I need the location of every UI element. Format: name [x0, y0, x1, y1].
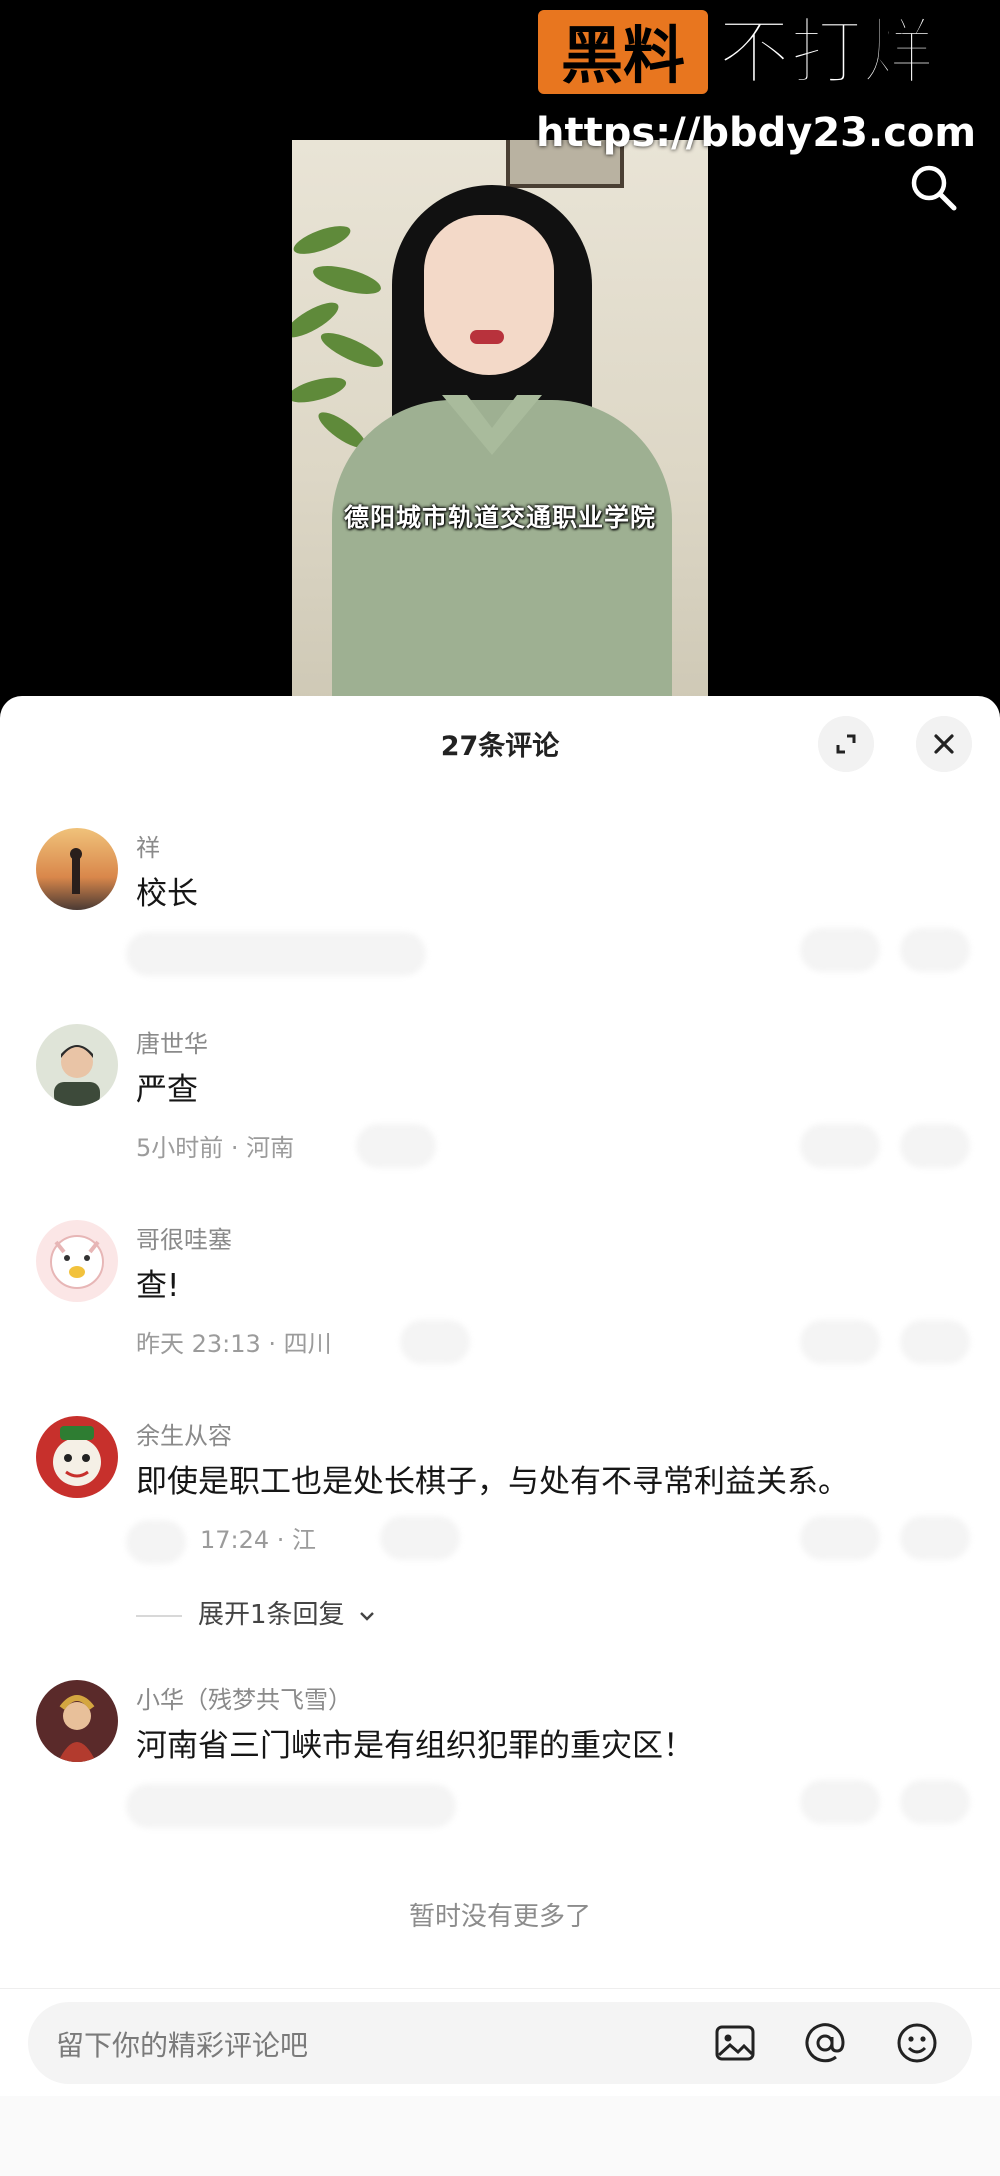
image-icon[interactable]: [710, 2018, 760, 2068]
comment-text: 查!: [136, 1268, 180, 1304]
blurred-reply: [380, 1516, 460, 1560]
watermark-badge: 黑料: [534, 6, 712, 98]
comment-meta: 昨天 23:13 · 四川: [136, 1330, 332, 1358]
expand-replies-button[interactable]: 展开1条回复: [136, 1594, 377, 1631]
blurred-dislike: [900, 1124, 970, 1168]
blurred-like: [800, 1320, 880, 1364]
emoji-icon[interactable]: [892, 2018, 942, 2068]
watermark: 黑料 不打烊 https://bbdy23.com: [534, 6, 994, 156]
blurred-reply: [400, 1320, 470, 1364]
video-subtitle: 德阳城市轨道交通职业学院: [343, 503, 656, 532]
at-icon[interactable]: [800, 2018, 850, 2068]
presenter-face: [424, 215, 554, 375]
blurred-dislike: [900, 928, 970, 972]
comment-meta: 5小时前 · 河南: [136, 1134, 295, 1162]
no-more-comments: 暂时没有更多了: [408, 1902, 591, 1932]
bottom-safe-area: [0, 2096, 1000, 2176]
blurred-meta: [126, 932, 426, 976]
search-icon[interactable]: [906, 160, 962, 216]
comment-author[interactable]: 小华（残梦共飞雪）: [136, 1680, 352, 1715]
watermark-url: https://bbdy23.com: [536, 110, 977, 156]
comments-header: 27条评论: [0, 696, 1000, 786]
comment-input-placeholder[interactable]: 留下你的精彩评论吧: [56, 2024, 308, 2064]
reply-divider: [136, 1614, 182, 1617]
expand-replies-label: 展开1条回复: [198, 1600, 345, 1630]
blurred-like: [800, 928, 880, 972]
comment-text: 河南省三门峡市是有组织犯罪的重灾区！: [136, 1728, 694, 1764]
comments-sheet: 27条评论 祥 校长 唐世华 严查 5小时前 · 河南 哥很哇塞 查! 昨天 2…: [0, 696, 1000, 2176]
presenter-lips: [470, 330, 504, 344]
comment-meta: 17:24 · 江: [200, 1526, 317, 1554]
watermark-text: 不打烊: [717, 9, 935, 95]
comment-author[interactable]: 唐世华: [136, 1024, 208, 1059]
comment-text: 严查: [136, 1072, 198, 1108]
presenter-body: [332, 400, 672, 700]
comment-author[interactable]: 哥很哇塞: [136, 1220, 232, 1255]
comment-text: 校长: [136, 876, 198, 912]
blurred-like: [800, 1124, 880, 1168]
blurred-like: [800, 1516, 880, 1560]
input-divider: [0, 1988, 1000, 1989]
blurred-meta-prefix: [126, 1520, 186, 1564]
comment-author[interactable]: 祥: [136, 828, 160, 863]
blurred-dislike: [900, 1320, 970, 1364]
close-icon[interactable]: [916, 716, 972, 772]
comment-text: 即使是职工也是处长棋子，与处有不寻常利益关系。: [136, 1464, 849, 1500]
avatar[interactable]: [36, 828, 118, 910]
comment-input-bar[interactable]: 留下你的精彩评论吧: [28, 2002, 972, 2084]
blurred-meta: [126, 1784, 456, 1828]
avatar[interactable]: [36, 1680, 118, 1762]
video-frame: 德阳城市轨道交通职业学院: [292, 140, 708, 700]
blurred-dislike: [900, 1516, 970, 1560]
blurred-like: [800, 1780, 880, 1824]
comment-author[interactable]: 余生从容: [136, 1416, 232, 1451]
chevron-down-icon: [359, 1611, 374, 1621]
avatar[interactable]: [36, 1024, 118, 1106]
blurred-reply: [356, 1124, 436, 1168]
expand-icon[interactable]: [818, 716, 874, 772]
avatar[interactable]: [36, 1220, 118, 1302]
blurred-dislike: [900, 1780, 970, 1824]
avatar[interactable]: [36, 1416, 118, 1498]
